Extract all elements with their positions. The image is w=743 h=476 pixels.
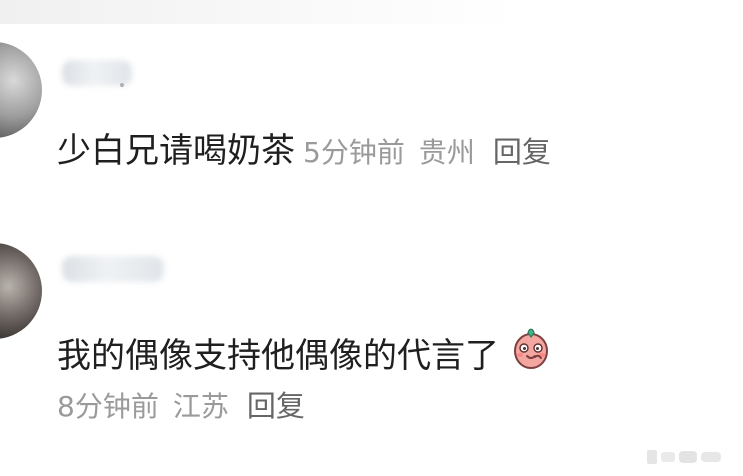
- blushing-face-icon: [514, 328, 548, 369]
- comment-meta: 8分钟前 江苏 回复: [57, 388, 305, 425]
- comment-feed: 少白兄请喝奶茶 5分钟前 贵州 回复 我的偶像支持他偶像的代言了 8分钟前 江苏…: [0, 0, 743, 476]
- comment-meta: 5分钟前 贵州: [303, 135, 475, 171]
- weibo-watermark-icon: [647, 448, 727, 466]
- comment-location: 贵州: [418, 136, 475, 169]
- watermark-logo-icon: [647, 450, 721, 464]
- comment-location: 江苏: [172, 390, 229, 423]
- online-dot: [120, 83, 124, 87]
- comment-meta-row: 8分钟前 江苏 回复: [57, 388, 305, 425]
- comment-time: 5分钟前: [303, 136, 405, 169]
- comment-item: 少白兄请喝奶茶 5分钟前 贵州 回复: [0, 30, 743, 190]
- blurred-username[interactable]: [62, 256, 164, 282]
- user-avatar[interactable]: [0, 243, 42, 339]
- comment-item: 我的偶像支持他偶像的代言了 8分钟前 江苏 回复: [0, 225, 743, 435]
- comment-text: 我的偶像支持他偶像的代言了: [57, 336, 499, 376]
- reply-button[interactable]: 回复: [493, 134, 551, 170]
- comment-line: 我的偶像支持他偶像的代言了: [57, 319, 555, 376]
- reply-button[interactable]: 回复: [247, 388, 305, 424]
- comment-time: 8分钟前: [57, 390, 159, 423]
- blushing-face-emoji: [507, 323, 555, 371]
- user-avatar[interactable]: [0, 42, 42, 138]
- comment-line: 少白兄请喝奶茶 5分钟前 贵州 回复: [57, 131, 551, 171]
- top-fade: [0, 0, 743, 24]
- comment-text: 少白兄请喝奶茶: [57, 131, 295, 171]
